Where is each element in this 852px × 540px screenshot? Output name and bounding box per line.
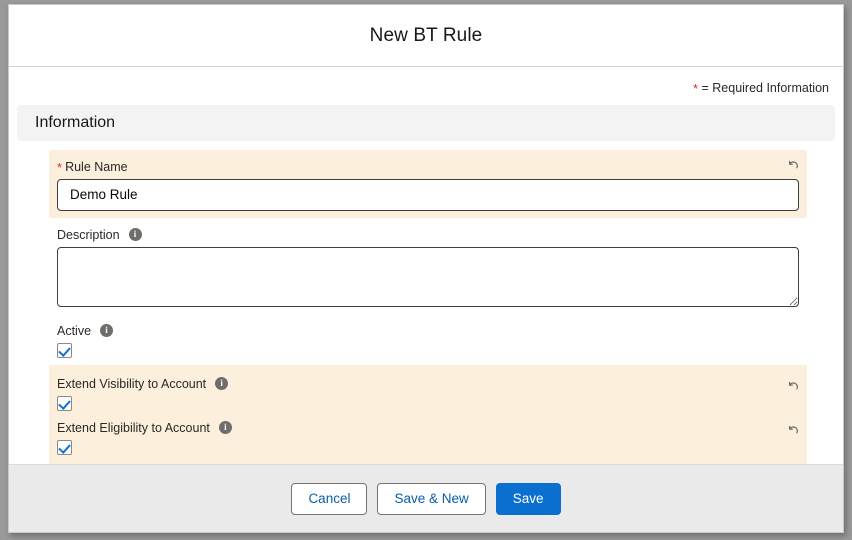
required-information-legend: * = Required Information	[9, 67, 843, 105]
undo-arrow-icon	[788, 425, 798, 434]
required-star-icon: *	[692, 81, 698, 96]
field-extend-visibility: Extend Visibility to Account i	[49, 371, 807, 415]
section-title: Information	[35, 113, 116, 131]
required-legend-text: = Required Information	[701, 81, 829, 95]
extend-eligibility-checkbox-wrap	[49, 439, 807, 455]
new-bt-rule-modal: New BT Rule * = Required Information Inf…	[8, 4, 844, 533]
info-icon[interactable]: i	[215, 377, 229, 390]
section-header-information: Information	[17, 104, 835, 141]
extend-eligibility-checkbox[interactable]	[57, 439, 72, 455]
page-title: New BT Rule	[369, 24, 483, 46]
form-fields: * Rule Name Description i	[9, 149, 843, 464]
label-text: Extend Eligibility to Account	[57, 420, 210, 435]
save-button[interactable]: Save	[495, 482, 561, 515]
extend-visibility-checkbox[interactable]	[57, 395, 72, 411]
undo-rule-name-button[interactable]	[783, 156, 803, 176]
field-label-rule-name: * Rule Name	[49, 159, 807, 175]
undo-arrow-icon	[788, 160, 798, 169]
label-text: Active	[57, 323, 92, 338]
label-text: Description	[57, 227, 120, 242]
modal-body: * = Required Information Information * R…	[9, 67, 843, 464]
undo-extend-eligibility-button[interactable]	[783, 421, 803, 441]
field-group-extend-account: Extend Visibility to Account i Extend El…	[49, 364, 807, 464]
modal-footer: Cancel Save & New Save	[9, 464, 843, 532]
info-icon[interactable]: i	[100, 324, 114, 337]
undo-arrow-icon	[788, 381, 798, 390]
label-text: Rule Name	[65, 159, 128, 174]
field-extend-eligibility: Extend Eligibility to Account i	[49, 415, 807, 459]
field-label-extend-visibility: Extend Visibility to Account i	[49, 376, 807, 392]
field-description: Description i	[49, 218, 807, 314]
modal-header: New BT Rule	[9, 5, 843, 67]
field-active: Active i	[49, 314, 807, 365]
field-rule-name: * Rule Name	[49, 149, 807, 218]
cancel-button[interactable]: Cancel	[291, 482, 368, 515]
active-checkbox-wrap	[49, 342, 807, 358]
field-label-active: Active i	[49, 323, 807, 339]
active-checkbox[interactable]	[57, 342, 72, 358]
description-textarea[interactable]	[57, 246, 799, 307]
save-and-new-button[interactable]: Save & New	[377, 482, 486, 515]
required-star-icon: *	[57, 159, 63, 175]
field-label-description: Description i	[49, 227, 807, 243]
undo-extend-visibility-button[interactable]	[783, 377, 803, 397]
label-text: Extend Visibility to Account	[57, 376, 207, 391]
info-icon[interactable]: i	[128, 228, 142, 241]
extend-visibility-checkbox-wrap	[49, 395, 807, 411]
info-icon[interactable]: i	[218, 421, 232, 434]
rule-name-input[interactable]	[57, 178, 799, 211]
field-label-extend-eligibility: Extend Eligibility to Account i	[49, 420, 807, 436]
